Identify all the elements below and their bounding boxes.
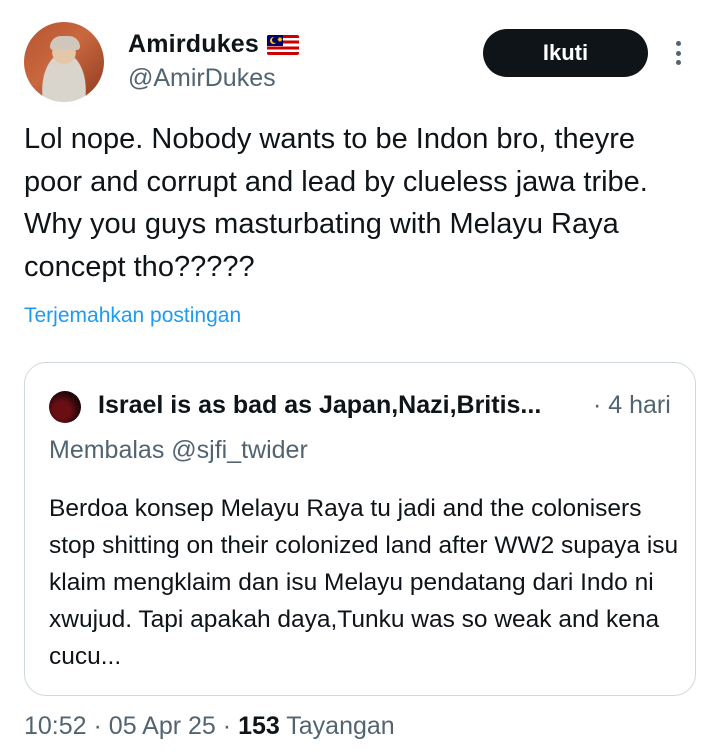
- views-count: 153: [238, 712, 280, 740]
- author-display-name[interactable]: Amirdukes: [128, 30, 259, 59]
- quoted-reply-to: Membalas @sjfi_twider: [49, 436, 308, 464]
- tweet-time[interactable]: 10:52: [24, 712, 87, 740]
- translate-post-link[interactable]: Terjemahkan postingan: [24, 304, 241, 328]
- quoted-author-name: Israel is as bad as Japan,Nazi,Britis...: [98, 391, 542, 419]
- tweet-date[interactable]: 05 Apr 25: [109, 712, 216, 740]
- tweet-meta: 10:52 · 05 Apr 25 · 153 Tayangan: [24, 712, 395, 741]
- quoted-author-avatar: [49, 391, 81, 423]
- quoted-tweet-time: · 4 hari: [593, 391, 671, 419]
- meta-separator: ·: [93, 712, 102, 740]
- tweet-text: Lol nope. Nobody wants to be Indon bro, …: [24, 123, 648, 283]
- views-label: Tayangan: [286, 712, 395, 740]
- author-handle[interactable]: @AmirDukes: [128, 64, 276, 93]
- avatar-cap-shape: [50, 36, 80, 50]
- tweet-detail: Amirdukes ✸ @AmirDukes Ikuti Lol nope. N…: [0, 0, 720, 755]
- quoted-tweet-card[interactable]: Israel is as bad as Japan,Nazi,Britis...…: [24, 362, 696, 696]
- meta-separator: ·: [222, 712, 232, 740]
- follow-button[interactable]: Ikuti: [483, 29, 648, 77]
- malaysia-flag-icon: ✸: [267, 34, 300, 55]
- author-name-row[interactable]: Amirdukes ✸: [128, 30, 300, 59]
- more-options-icon[interactable]: [668, 38, 688, 68]
- quoted-tweet-text: Berdoa konsep Melayu Raya tu jadi and th…: [49, 495, 679, 670]
- author-avatar[interactable]: [24, 22, 104, 102]
